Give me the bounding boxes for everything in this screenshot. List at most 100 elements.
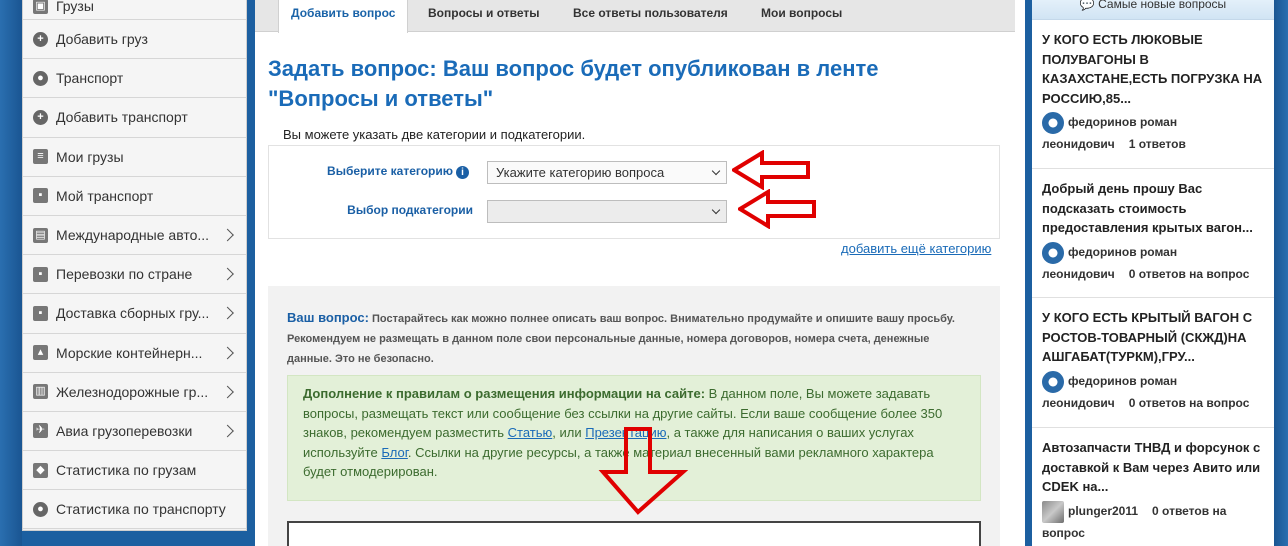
sidebar-item-label: Статистика по транспорту <box>56 501 226 518</box>
avatar <box>1042 370 1064 393</box>
category-label-text: Выберите категорию <box>327 164 453 178</box>
chevron-right-icon <box>221 424 234 438</box>
left-sidebar-menu: ▣ Грузы + Добавить груз ● Транспорт + До… <box>22 0 247 531</box>
question-title[interactable]: У КОГО ЕСТЬ ЛЮКОВЫЕ ПОЛУВАГОНЫ В КАЗАХСТ… <box>1042 30 1264 108</box>
chat-icon: 💬 <box>1079 0 1095 11</box>
sidebar-item-sea-containers[interactable]: ▴ Морские контейнерн... <box>23 333 246 373</box>
tab-my-questions[interactable]: Мои вопросы <box>749 0 854 32</box>
sidebar-item-add-cargo[interactable]: + Добавить груз <box>23 20 246 60</box>
chevron-right-icon <box>221 385 234 399</box>
truck-circle-icon: ● <box>33 501 48 517</box>
blog-link[interactable]: Блог <box>381 445 408 460</box>
rules-heading: Дополнение к правилам о размещения инфор… <box>303 386 706 401</box>
sidebar-item-add-transport[interactable]: + Добавить транспорт <box>23 98 246 138</box>
sidebar-item-my-cargo[interactable]: ≡ Мои грузы <box>23 137 246 177</box>
train-icon: ▥ <box>33 384 48 400</box>
article-link[interactable]: Статью <box>508 425 553 440</box>
sidebar-item-cargo-stats[interactable]: ◆ Статистика по грузам <box>23 451 246 491</box>
question-item: У КОГО ЕСТЬ КРЫТЫЙ ВАГОН С РОСТОВ-ТОВАРН… <box>1032 298 1274 428</box>
chevron-down-icon <box>711 205 721 215</box>
plane-icon: ✈ <box>33 423 48 439</box>
avatar <box>1042 241 1064 264</box>
red-arrow-left-icon <box>738 189 816 229</box>
sidebar-item-label: Перевозки по стране <box>56 266 193 283</box>
cargo-icon: ▣ <box>33 0 48 14</box>
question-item: Добрый день прошу Вас подсказать стоимос… <box>1032 169 1274 298</box>
chevron-right-icon <box>221 228 234 242</box>
chevron-right-icon <box>221 307 234 320</box>
sidebar-item-label: Транспорт <box>56 70 124 87</box>
sidebar-item-cargo[interactable]: ▣ Грузы <box>23 0 246 20</box>
add-category-link[interactable]: добавить ещё категорию <box>841 241 991 256</box>
question-instructions: Ваш вопрос: Постарайтесь как можно полне… <box>287 308 977 369</box>
author-name[interactable]: plunger2011 <box>1068 504 1138 518</box>
plus-circle-icon: + <box>33 109 48 125</box>
answers-count: 0 ответов на вопрос <box>1128 395 1250 410</box>
sidebar-item-consolidated-cargo[interactable]: ▪ Доставка сборных гру... <box>23 294 246 334</box>
truck-circle-icon: ● <box>33 70 48 86</box>
tab-bar: Добавить вопрос Вопросы и ответы Все отв… <box>255 0 1015 33</box>
question-title[interactable]: Автозапчасти ТНВД и форсунок с доставкой… <box>1042 438 1264 497</box>
ship-icon: ▴ <box>33 345 48 361</box>
page-background-right <box>1274 0 1288 546</box>
sidebar-item-label: Статистика по грузам <box>56 462 197 479</box>
newest-questions-title: Самые новые вопросы <box>1098 0 1227 11</box>
question-meta: федоринов роман леонидович 1 ответов <box>1042 112 1264 155</box>
question-item: У КОГО ЕСТЬ ЛЮКОВЫЕ ПОЛУВАГОНЫ В КАЗАХСТ… <box>1032 20 1274 169</box>
category-box: Выберите категорию i Укажите категорию во… <box>268 145 1000 239</box>
sidebar-item-international-auto[interactable]: ▤ Международные авто... <box>23 215 246 256</box>
avatar <box>1042 112 1064 134</box>
rules-text: , или <box>552 425 586 440</box>
category-hint: Вы можете указать две категории и подкат… <box>283 127 586 142</box>
truck-icon: ▪ <box>33 188 48 204</box>
category-select-value: Укажите категорию вопроса <box>496 165 665 180</box>
question-title[interactable]: У КОГО ЕСТЬ КРЫТЫЙ ВАГОН С РОСТОВ-ТОВАРН… <box>1042 308 1264 367</box>
question-meta: plunger2011 0 ответов на вопрос <box>1042 500 1264 544</box>
question-item: Автозапчасти ТНВД и форсунок с доставкой… <box>1032 428 1274 546</box>
right-sidebar: 💬 Самые новые вопросы У КОГО ЕСТЬ ЛЮКОВЫ… <box>1032 0 1274 546</box>
sidebar-item-label: Мой транспорт <box>56 187 154 204</box>
answers-count: 0 ответов на вопрос <box>1128 266 1250 281</box>
subcategory-label: Выбор подкатегории <box>347 203 473 217</box>
sidebar-item-my-transport[interactable]: ▪ Мой транспорт <box>23 176 246 216</box>
sidebar-item-air-cargo[interactable]: ✈ Авиа грузоперевозки <box>23 411 246 452</box>
question-hint: Постарайтесь как можно полнее описать ва… <box>287 313 955 365</box>
chevron-right-icon <box>221 346 234 359</box>
document-icon: ≡ <box>33 149 48 165</box>
question-meta: федоринов роман леонидович 0 ответов на в… <box>1042 370 1264 414</box>
red-arrow-left-icon <box>732 150 810 190</box>
sidebar-item-label: Мои грузы <box>56 148 124 165</box>
avatar <box>1042 500 1064 523</box>
subcategory-select[interactable] <box>487 200 727 223</box>
question-label: Ваш вопрос: <box>287 310 369 325</box>
sidebar-item-railway-cargo[interactable]: ▥ Железнодорожные гр... <box>23 372 246 412</box>
sidebar-item-label: Доставка сборных гру... <box>56 305 210 322</box>
plus-circle-icon: + <box>33 31 48 47</box>
truck-icon: ▪ <box>33 266 48 282</box>
question-title[interactable]: Добрый день прошу Вас подсказать стоимос… <box>1042 179 1264 238</box>
sidebar-item-label: Морские контейнерн... <box>56 344 203 361</box>
sidebar-item-label: Железнодорожные гр... <box>56 383 209 400</box>
question-textarea[interactable] <box>287 521 981 546</box>
sidebar-item-transport[interactable]: ● Транспорт <box>23 59 246 99</box>
tab-add-question[interactable]: Добавить вопрос <box>278 0 409 33</box>
page-background-left <box>0 0 22 546</box>
sidebar-item-label: Грузы <box>56 0 94 14</box>
chevron-right-icon <box>221 267 234 281</box>
newest-questions-header: 💬 Самые новые вопросы <box>1032 0 1274 20</box>
chevron-down-icon <box>711 166 721 176</box>
bus-icon: ▤ <box>33 227 48 243</box>
info-icon[interactable]: i <box>456 166 469 179</box>
sidebar-item-transport-stats[interactable]: ● Статистика по транспорту <box>23 490 246 530</box>
question-meta: федоринов роман леонидович 0 ответов на в… <box>1042 241 1264 285</box>
truck-icon: ▪ <box>33 305 48 321</box>
sidebar-item-label: Международные авто... <box>56 227 210 244</box>
category-select[interactable]: Укажите категорию вопроса <box>487 161 727 184</box>
box-icon: ◆ <box>33 462 48 478</box>
sidebar-item-label: Авиа грузоперевозки <box>56 422 193 439</box>
category-label: Выберите категорию i <box>269 164 469 179</box>
sidebar-item-domestic-transport[interactable]: ▪ Перевозки по стране <box>23 255 246 295</box>
tab-questions-answers[interactable]: Вопросы и ответы <box>416 0 551 32</box>
page-title: Задать вопрос: Ваш вопрос будет опублико… <box>268 56 879 111</box>
tab-all-user-answers[interactable]: Все ответы пользователя <box>561 0 740 32</box>
